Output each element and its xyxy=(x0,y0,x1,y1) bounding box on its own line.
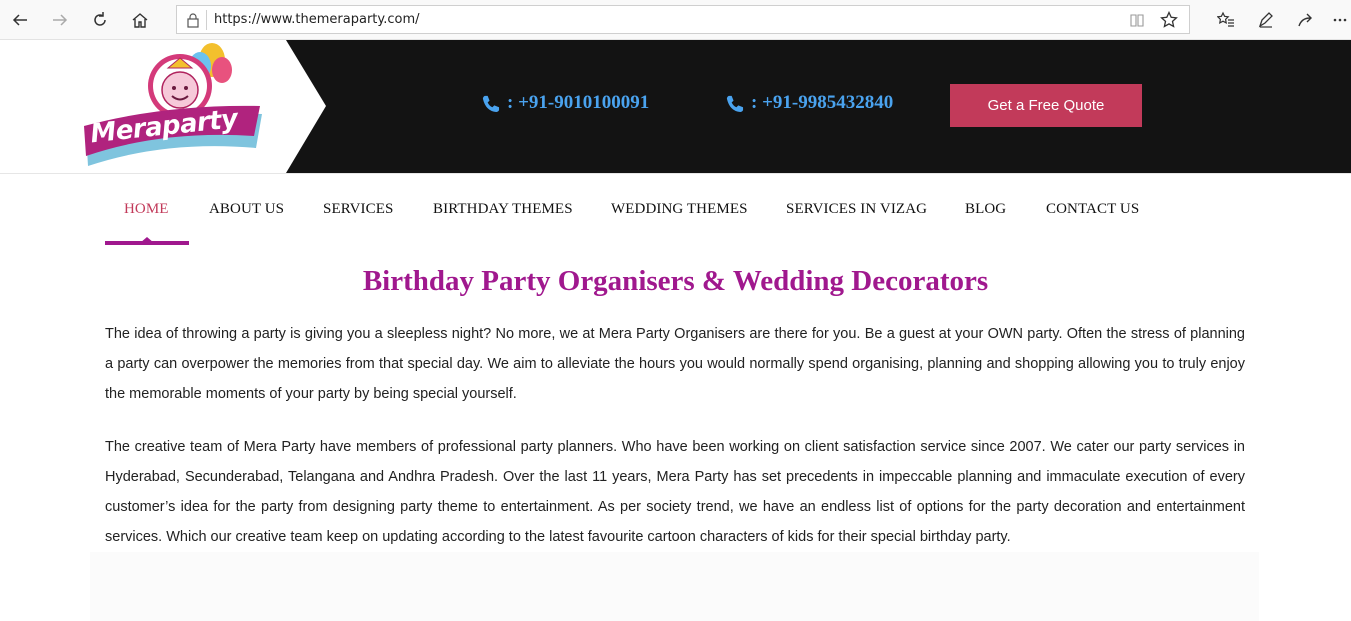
address-separator xyxy=(206,10,207,30)
nav-item-home[interactable]: HOME xyxy=(124,201,169,218)
share-button[interactable] xyxy=(1292,6,1320,34)
phone-number-1-text: : +91-9010100091 xyxy=(507,92,650,113)
active-indicator-underline xyxy=(105,241,189,245)
phone-number-1[interactable]: : +91-9010100091 xyxy=(481,91,649,115)
home-icon xyxy=(132,13,148,28)
phone-number-2-text: : +91-9985432840 xyxy=(751,92,894,113)
nav-item-blog[interactable]: BLOG xyxy=(965,201,1006,218)
nav-item-wedding-themes[interactable]: WEDDING THEMES xyxy=(611,201,748,218)
phone-icon xyxy=(482,95,500,112)
web-notes-button[interactable] xyxy=(1252,6,1280,34)
site-header: Meraparty : +91-9010100091 : +91-9985432… xyxy=(0,40,1351,173)
phone-icon xyxy=(726,95,744,112)
url-text[interactable]: https://www.themeraparty.com/ xyxy=(214,12,420,27)
lock-icon xyxy=(187,13,199,28)
nav-item-services-in-vizag[interactable]: SERVICES IN VIZAG xyxy=(786,201,927,218)
more-dots-icon xyxy=(1333,18,1347,22)
nav-item-about-us[interactable]: ABOUT US xyxy=(209,201,284,218)
forward-arrow-icon xyxy=(53,14,68,26)
favorites-list-icon xyxy=(1217,11,1234,27)
intro-paragraph: The idea of throwing a party is giving y… xyxy=(105,326,1245,402)
nav-item-birthday-themes[interactable]: BIRTHDAY THEMES xyxy=(433,201,573,218)
team-paragraph: The creative team of Mera Party have mem… xyxy=(105,439,1245,545)
more-menu-button[interactable] xyxy=(1326,6,1351,34)
forward-button[interactable] xyxy=(46,6,74,34)
get-free-quote-button[interactable]: Get a Free Quote xyxy=(950,84,1142,127)
address-bar[interactable]: https://www.themeraparty.com/ xyxy=(176,5,1190,34)
back-button[interactable] xyxy=(6,6,34,34)
content-panel xyxy=(90,552,1259,621)
reading-view-icon[interactable] xyxy=(1129,12,1145,28)
browser-toolbar: https://www.themeraparty.com/ xyxy=(0,0,1351,40)
back-arrow-icon xyxy=(12,14,27,26)
logo-link[interactable]: Meraparty xyxy=(0,40,330,173)
main-navigation: HOME ABOUT US SERVICES BIRTHDAY THEMES W… xyxy=(0,173,1351,247)
refresh-button[interactable] xyxy=(86,6,114,34)
share-icon xyxy=(1298,13,1312,27)
nav-item-contact-us[interactable]: CONTACT US xyxy=(1046,201,1139,218)
page-title: Birthday Party Organisers & Wedding Deco… xyxy=(362,265,989,297)
favorites-hub-button[interactable] xyxy=(1212,6,1240,34)
nav-item-services[interactable]: SERVICES xyxy=(323,201,393,218)
favorite-star-icon[interactable] xyxy=(1160,11,1178,29)
refresh-icon xyxy=(94,12,106,26)
pen-icon xyxy=(1258,12,1273,28)
home-button[interactable] xyxy=(126,6,154,34)
phone-number-2[interactable]: : +91-9985432840 xyxy=(725,91,893,115)
